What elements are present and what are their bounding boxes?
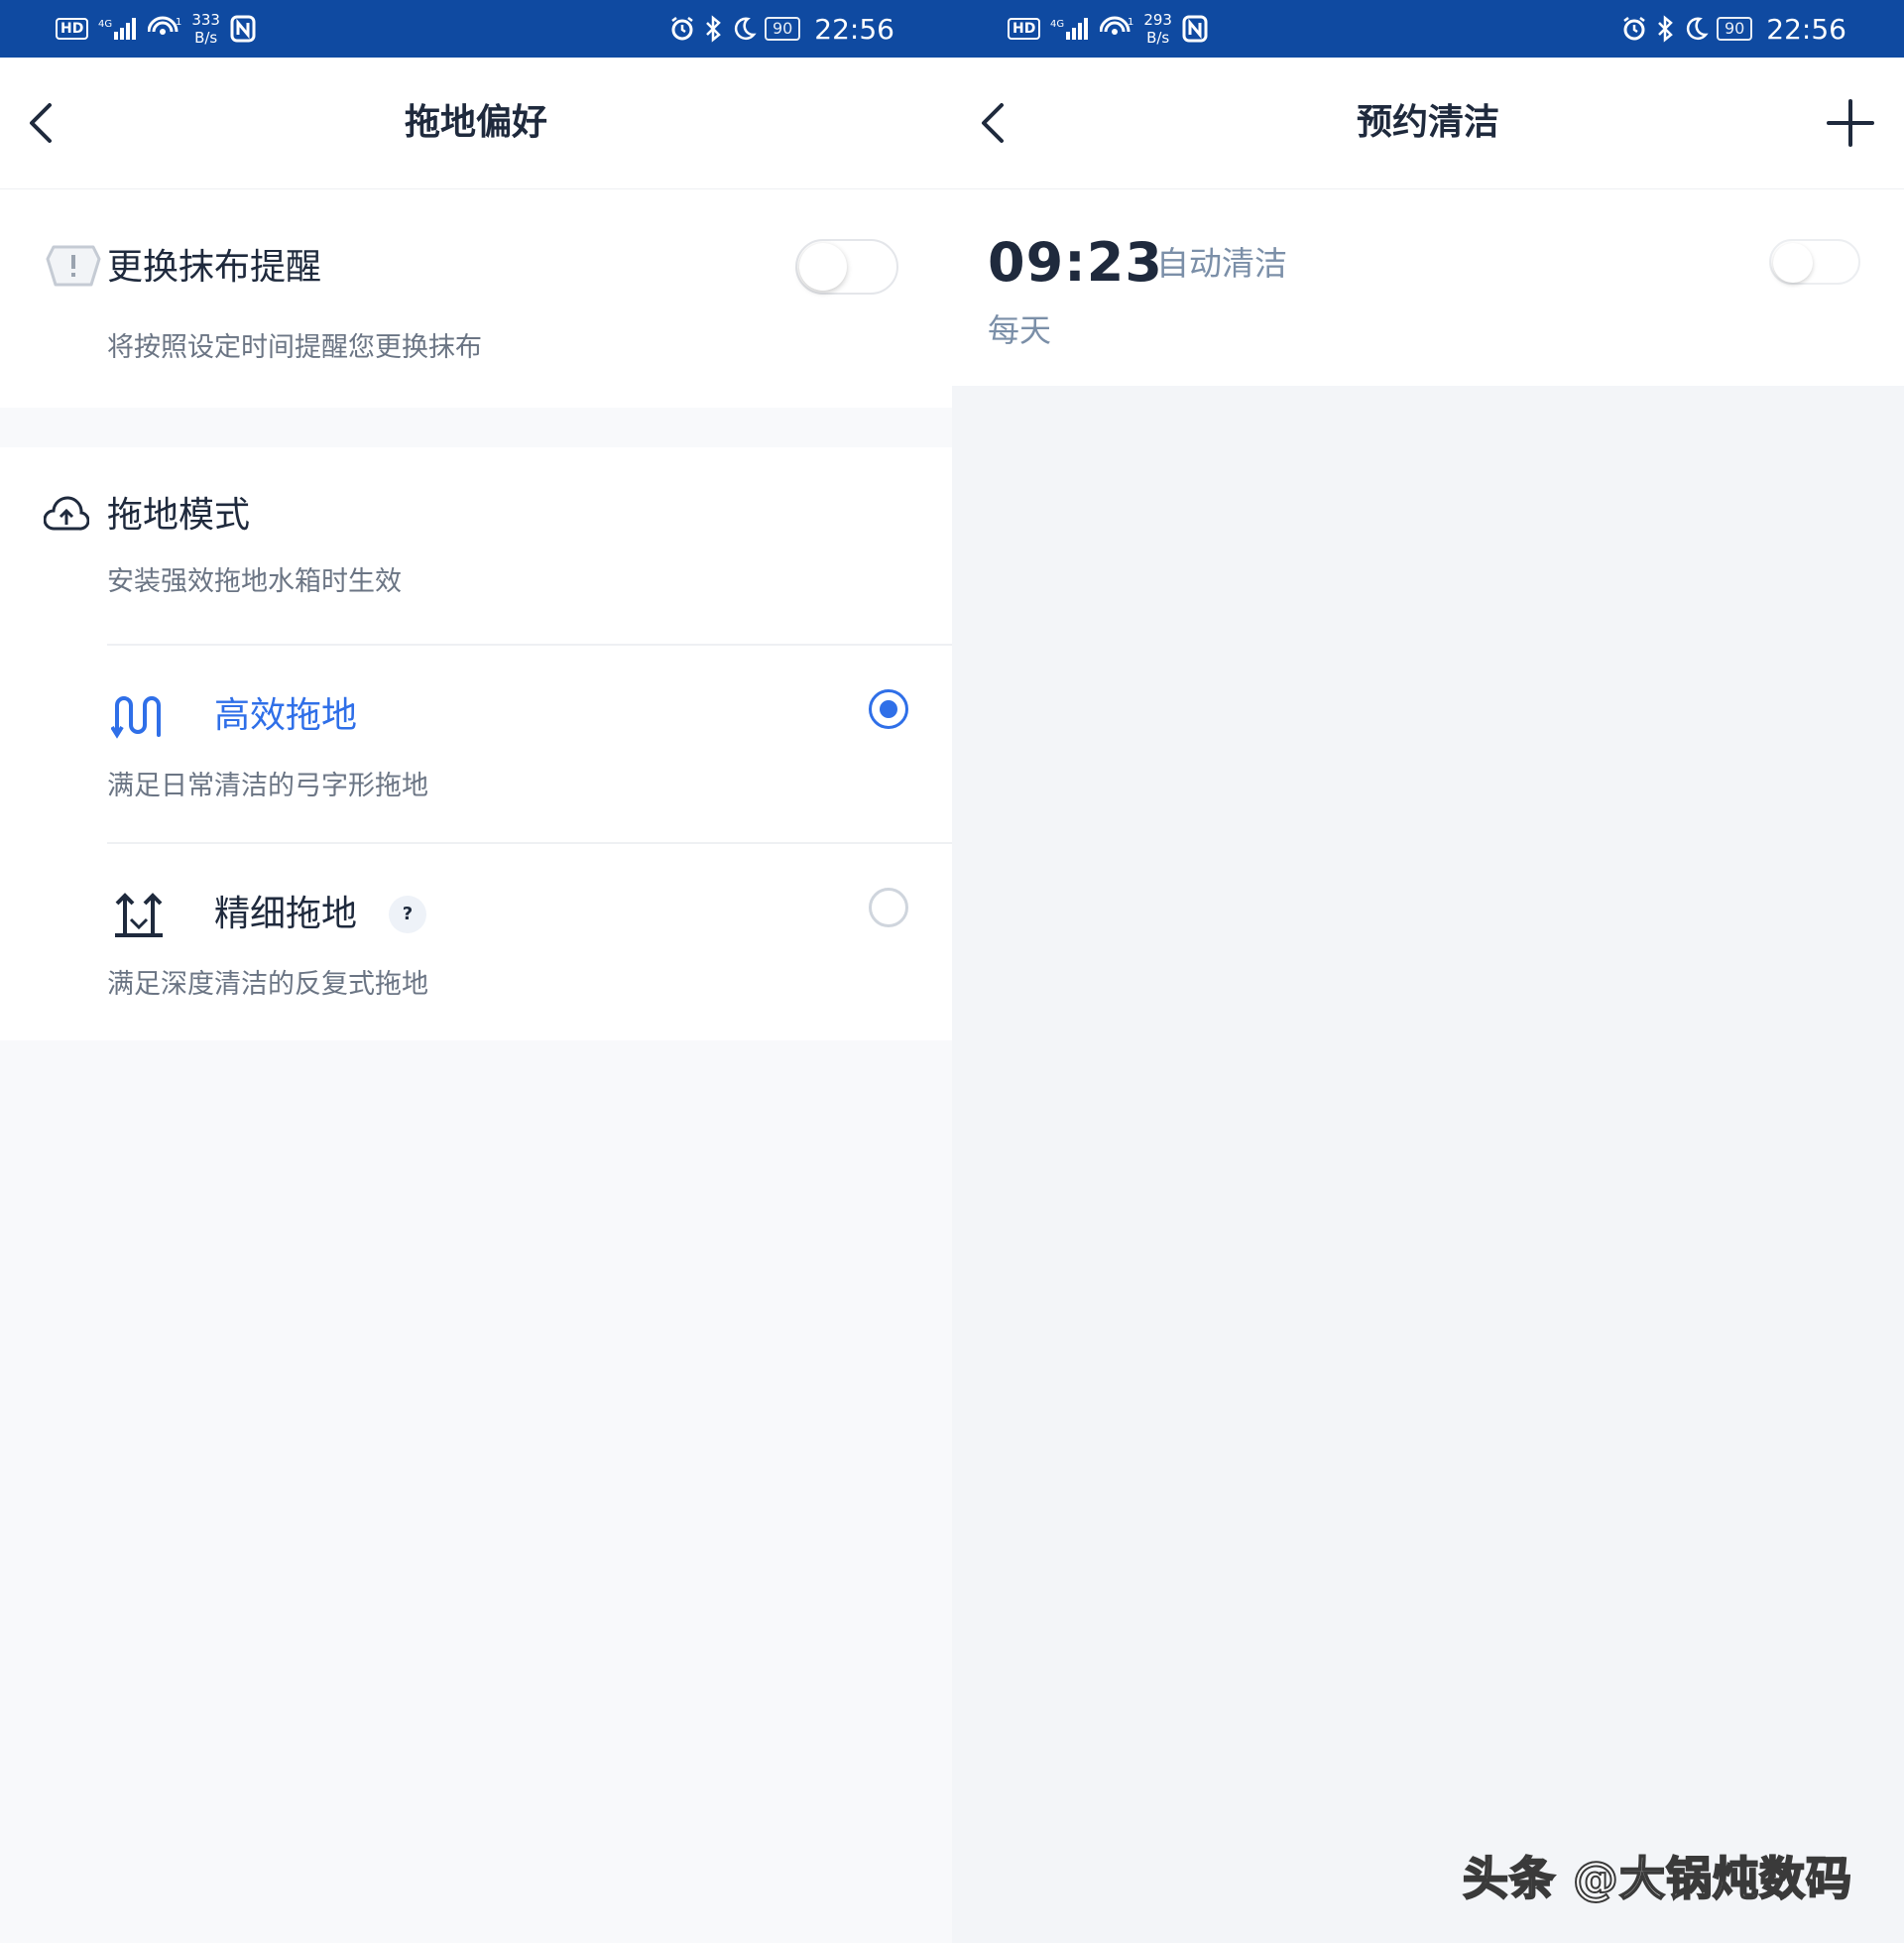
nfc-icon [230, 15, 256, 43]
watermark: 头条 @大锅炖数码 [1462, 1851, 1853, 1906]
battery-icon: 90 [764, 17, 801, 41]
signal-icon: 4G [1050, 16, 1090, 42]
add-schedule-button[interactable] [1825, 97, 1876, 149]
moon-icon [731, 16, 757, 42]
svg-text:4G: 4G [98, 19, 112, 30]
speed-unit: B/s [194, 29, 218, 47]
speed-unit: B/s [1146, 29, 1170, 47]
page-title: 拖地偏好 [404, 102, 547, 143]
mop-preferences-screen: HD 4G 1 333 B/s 90 22:56 拖地偏好 更换抹布提醒 将按照… [0, 0, 952, 1943]
add-icon [1827, 99, 1874, 147]
svg-text:4G: 4G [1050, 19, 1064, 30]
alarm-icon [1621, 16, 1647, 42]
efficient-mop-icon [111, 696, 161, 739]
bluetooth-icon [1655, 15, 1675, 43]
network-speed: 333 B/s [191, 11, 220, 47]
schedule-repeat: 每天 [988, 311, 1052, 349]
mop-reminder-toggle[interactable] [795, 239, 898, 295]
clock: 22:56 [814, 12, 894, 46]
mode-option-desc: 满足日常清洁的弓字形拖地 [107, 771, 428, 801]
speed-value: 333 [191, 11, 220, 29]
mode-option-desc: 满足深度清洁的反复式拖地 [107, 969, 428, 1000]
mop-mode-icon [44, 496, 89, 531]
bluetooth-icon [703, 15, 723, 43]
mode-option-fine[interactable]: 精细拖地 ? 满足深度清洁的反复式拖地 [0, 844, 952, 1040]
schedule-time: 09:23 [988, 231, 1163, 294]
status-bar: HD 4G 1 293 B/s 90 22:56 [952, 0, 1904, 58]
mop-mode-card: 拖地模式 安装强效拖地水箱时生效 高效拖地 满足日常清洁的弓字形拖地 精细拖地 … [0, 447, 952, 1040]
mode-option-label: 高效拖地 [214, 695, 358, 736]
mop-mode-title: 拖地模式 [107, 495, 251, 536]
toggle-knob [1773, 243, 1813, 283]
mop-reminder-title: 更换抹布提醒 [107, 247, 322, 288]
hd-badge: HD [56, 18, 89, 40]
schedule-toggle[interactable] [1769, 239, 1860, 285]
moon-icon [1683, 16, 1709, 42]
help-icon[interactable]: ? [389, 896, 426, 933]
battery-icon: 90 [1716, 17, 1753, 41]
alarm-icon [669, 16, 695, 42]
page-title: 预约清洁 [1356, 102, 1499, 143]
mode-option-efficient[interactable]: 高效拖地 满足日常清洁的弓字形拖地 [0, 646, 952, 842]
hd-badge: HD [1008, 18, 1041, 40]
mop-reminder-card: 更换抹布提醒 将按照设定时间提醒您更换抹布 [0, 189, 952, 408]
network-speed: 293 B/s [1143, 11, 1172, 47]
speed-value: 293 [1143, 11, 1172, 29]
wifi-icon: 1 [148, 15, 181, 43]
mop-reminder-icon [46, 245, 101, 287]
fine-mop-icon [115, 893, 163, 937]
nav-bar: 预约清洁 [952, 58, 1904, 189]
svg-text:1: 1 [1128, 17, 1133, 28]
signal-icon: 4G [98, 16, 138, 42]
mode-option-radio[interactable] [869, 888, 908, 927]
mop-mode-subtitle: 安装强效拖地水箱时生效 [107, 566, 402, 597]
mode-option-label: 精细拖地 [214, 894, 358, 934]
mode-option-radio[interactable] [869, 689, 908, 729]
schedule-task: 自动清洁 [1156, 244, 1287, 283]
svg-text:1: 1 [176, 17, 181, 28]
scheduled-cleaning-screen: HD 4G 1 293 B/s 90 22:56 预约清洁 09:23 自动清洁… [952, 0, 1904, 1943]
nfc-icon [1182, 15, 1208, 43]
toggle-knob [799, 243, 847, 291]
nav-bar: 拖地偏好 [0, 58, 952, 189]
status-bar: HD 4G 1 333 B/s 90 22:56 [0, 0, 952, 58]
clock: 22:56 [1766, 12, 1846, 46]
mop-reminder-subtitle: 将按照设定时间提醒您更换抹布 [107, 332, 482, 363]
wifi-icon: 1 [1100, 15, 1133, 43]
